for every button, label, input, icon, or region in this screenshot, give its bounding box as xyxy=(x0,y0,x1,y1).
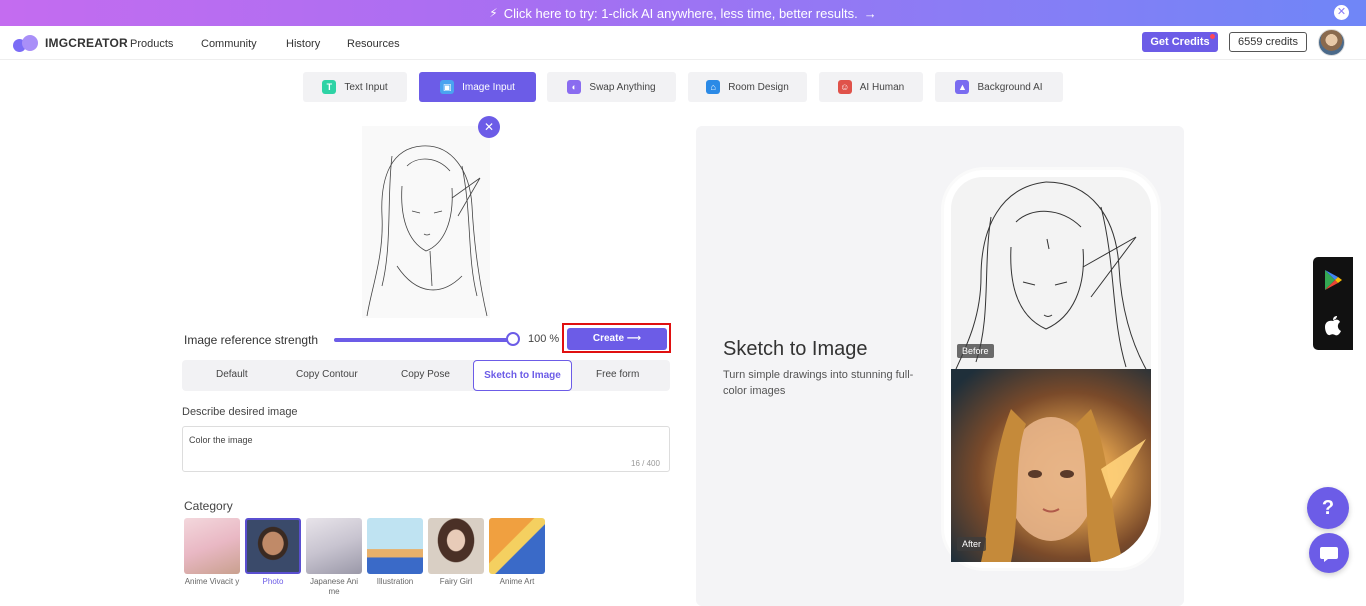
mode-copy-contour[interactable]: Copy Contour xyxy=(296,369,358,380)
arrow-right-icon: → xyxy=(863,5,877,21)
after-tag: After xyxy=(957,537,987,551)
strength-slider-track[interactable] xyxy=(334,338,514,342)
swap-icon: ◐ xyxy=(567,80,582,94)
category-japanese-anime[interactable]: Japanese Ani me xyxy=(306,518,362,597)
category-thumbnail xyxy=(367,518,423,574)
tab-room-design[interactable]: ⌂ Room Design xyxy=(688,72,807,102)
category-thumbnail xyxy=(184,518,240,574)
tab-text-input[interactable]: T Text Input xyxy=(303,72,407,102)
landscape-icon: ▲ xyxy=(955,80,970,94)
strength-label: Image reference strength xyxy=(184,333,319,347)
tab-label: Background AI xyxy=(977,81,1043,93)
get-credits-label: Get Credits xyxy=(1150,36,1210,48)
category-label: Category xyxy=(184,499,233,513)
strength-value: 100 % xyxy=(528,333,560,345)
help-button[interactable]: ? xyxy=(1307,487,1349,529)
mode-copy-pose[interactable]: Copy Pose xyxy=(401,369,450,380)
before-image xyxy=(951,177,1151,369)
tab-image-input[interactable]: ▣ Image Input xyxy=(419,72,536,102)
uploaded-sketch-image xyxy=(362,126,490,318)
tab-background-ai[interactable]: ▲ Background AI xyxy=(935,72,1063,102)
notification-dot xyxy=(1210,34,1215,39)
describe-label: Describe desired image xyxy=(182,406,298,418)
nav-community[interactable]: Community xyxy=(201,38,257,50)
apple-icon[interactable] xyxy=(1313,315,1353,342)
tab-swap-anything[interactable]: ◐ Swap Anything xyxy=(547,72,676,102)
mode-selector: Default Copy Contour Copy Pose Sketch to… xyxy=(182,360,670,391)
nav-products[interactable]: Products xyxy=(130,38,173,50)
text-input-icon: T xyxy=(322,80,337,94)
mode-sketch-to-image[interactable]: Sketch to Image xyxy=(473,360,572,391)
logo[interactable]: IMGCREATOR xyxy=(13,34,128,52)
preview-title: Sketch to Image xyxy=(723,338,868,360)
category-label-text: Illustration xyxy=(376,577,414,586)
chat-icon xyxy=(1320,547,1338,562)
create-button[interactable]: Create ⟶ xyxy=(567,328,667,350)
google-play-icon[interactable] xyxy=(1313,269,1353,296)
tab-ai-human[interactable]: ☺ AI Human xyxy=(819,72,923,102)
logo-text: IMGCREATOR xyxy=(45,36,128,50)
human-icon: ☺ xyxy=(837,80,852,94)
prompt-input[interactable]: Color the image xyxy=(182,426,670,472)
mode-free-form[interactable]: Free form xyxy=(596,369,639,380)
house-icon: ⌂ xyxy=(706,80,721,94)
after-image xyxy=(951,369,1151,562)
category-anime-vivacity[interactable]: Anime Vivacit y xyxy=(184,518,240,587)
promo-text[interactable]: Click here to try: 1-click AI anywhere, … xyxy=(504,6,858,21)
image-input-icon: ▣ xyxy=(440,80,455,94)
get-credits-button[interactable]: Get Credits xyxy=(1142,32,1218,52)
category-thumbnail xyxy=(489,518,545,574)
category-label-text: Anime Art xyxy=(499,577,535,586)
tab-label: Swap Anything xyxy=(589,81,656,93)
nav-history[interactable]: History xyxy=(286,38,320,50)
promo-banner[interactable]: ⚡ Click here to try: 1-click AI anywhere… xyxy=(0,0,1366,26)
strength-slider-handle[interactable] xyxy=(506,332,520,346)
chat-button[interactable] xyxy=(1309,533,1349,573)
category-anime-art[interactable]: Anime Art xyxy=(489,518,545,587)
category-thumbnail xyxy=(245,518,301,574)
category-illustration[interactable]: Illustration xyxy=(367,518,423,587)
remove-image-button[interactable]: ✕ xyxy=(478,116,500,138)
app-store-bar xyxy=(1313,257,1353,350)
tab-label: Text Input xyxy=(344,81,388,93)
category-fairy-girl[interactable]: Fairy Girl xyxy=(428,518,484,587)
before-tag: Before xyxy=(957,344,994,358)
top-nav: IMGCREATOR Products Community History Re… xyxy=(0,26,1366,60)
category-label-text: Fairy Girl xyxy=(439,577,473,586)
category-label-text: Anime Vivacit y xyxy=(184,577,240,586)
category-label-text: Photo xyxy=(262,577,284,586)
nav-resources[interactable]: Resources xyxy=(347,38,400,50)
category-label-text: Japanese Ani me xyxy=(309,577,359,596)
char-counter: 16 / 400 xyxy=(631,459,660,468)
category-thumbnail xyxy=(306,518,362,574)
avatar[interactable] xyxy=(1318,29,1345,56)
tab-label: AI Human xyxy=(859,81,905,93)
mode-default[interactable]: Default xyxy=(216,369,248,380)
close-banner-icon[interactable]: ✕ xyxy=(1334,5,1349,20)
preview-description: Turn simple drawings into stunning full-… xyxy=(723,369,914,397)
category-thumbnail xyxy=(428,518,484,574)
category-photo[interactable]: Photo xyxy=(245,518,301,587)
logo-icon xyxy=(13,34,41,52)
bolt-icon: ⚡ xyxy=(489,6,498,20)
tab-label: Room Design xyxy=(728,81,789,93)
credits-balance[interactable]: 6559 credits xyxy=(1229,32,1307,52)
tab-label: Image Input xyxy=(462,81,515,93)
